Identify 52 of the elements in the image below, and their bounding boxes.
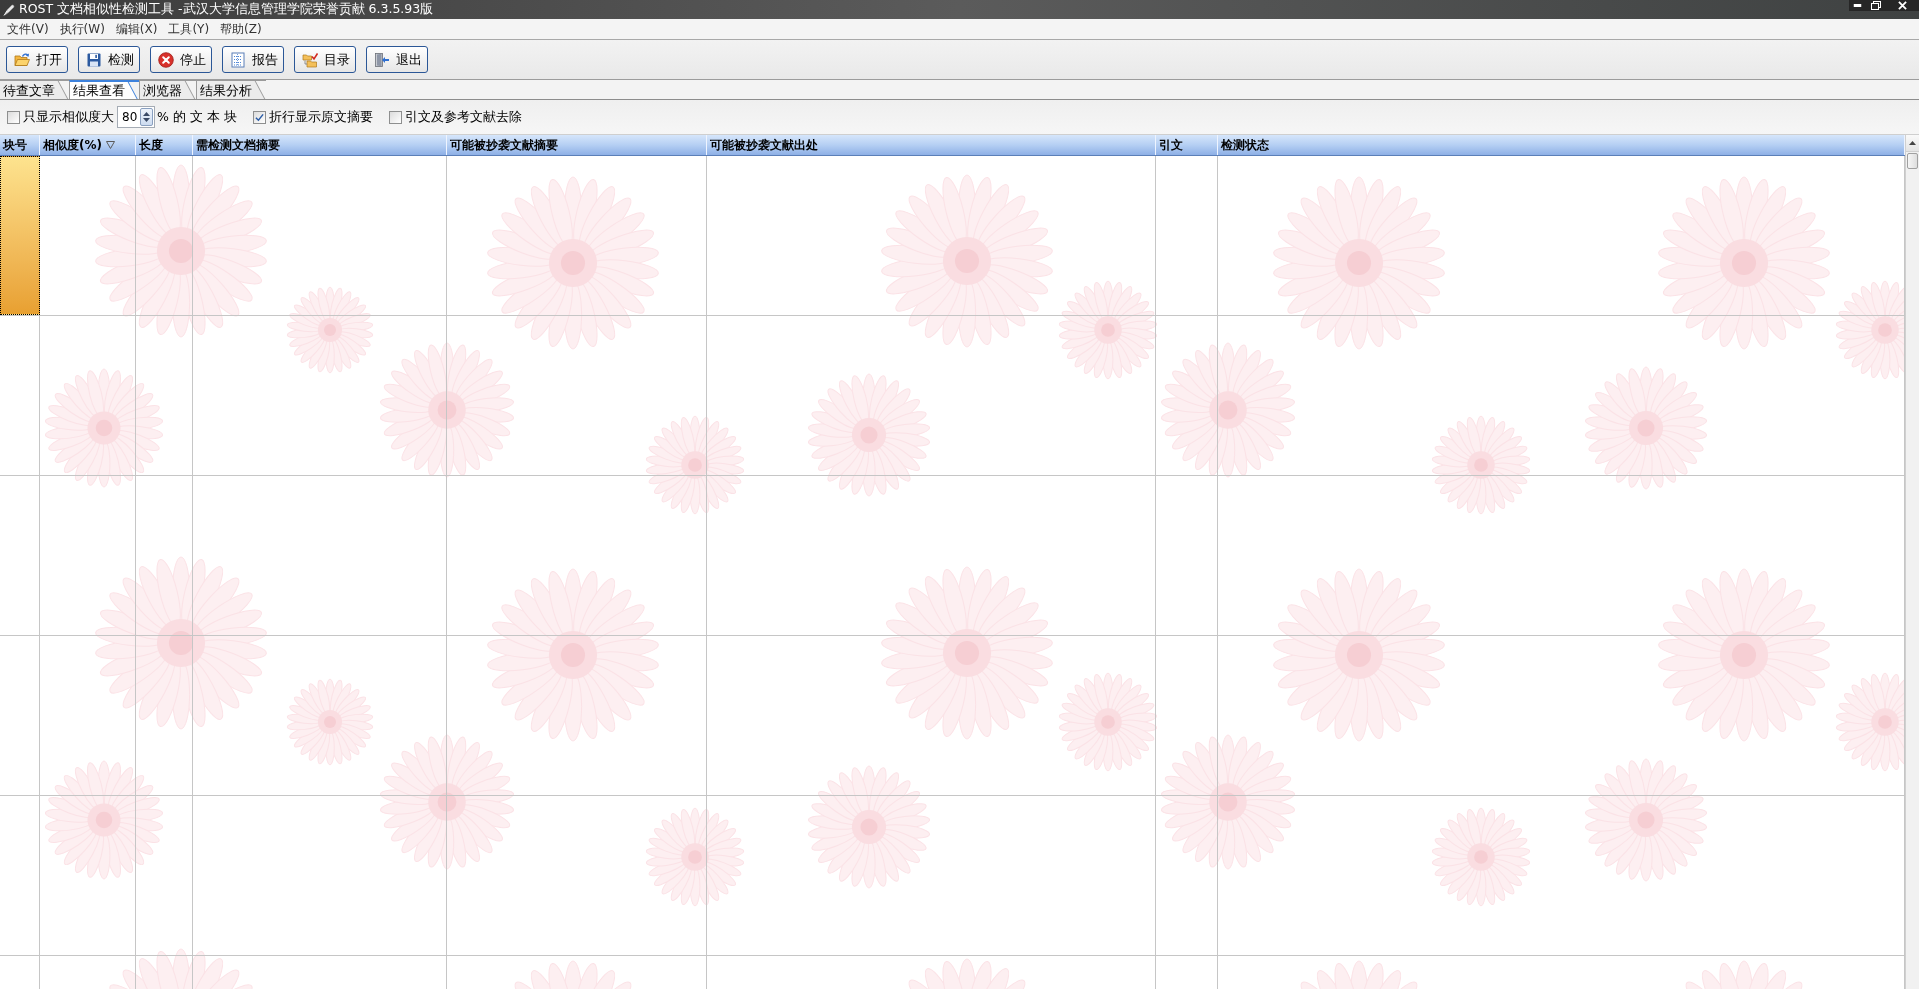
tab[interactable]: 浏览器: [139, 80, 196, 99]
checkmark-icon: [254, 112, 264, 122]
toolbar-button[interactable]: 目录: [294, 46, 356, 73]
column-header[interactable]: 检测状态: [1218, 135, 1905, 155]
toolbar-button[interactable]: 检测: [78, 46, 140, 73]
quill-icon: [3, 3, 15, 16]
window-title: ROST 文档相似性检测工具 -武汉大学信息管理学院荣誉贡献 6.3.5.93版: [19, 3, 434, 16]
caret-up-icon[interactable]: [143, 112, 150, 116]
column-header[interactable]: 块号: [0, 135, 40, 155]
column-header[interactable]: 需检测文档摘要: [193, 135, 447, 155]
menu-item[interactable]: 编辑(X): [115, 23, 158, 35]
tab[interactable]: 结果查看: [69, 80, 139, 99]
close-icon: [1897, 1, 1907, 10]
scroll-up-button[interactable]: [1906, 135, 1919, 152]
column-header[interactable]: 可能被抄袭文献出处: [707, 135, 1156, 155]
caret-up-icon: [1909, 141, 1916, 145]
column-header[interactable]: 相似度(%): [40, 135, 136, 155]
checkbox[interactable]: [252, 110, 266, 124]
toolbar-button[interactable]: 停止: [150, 46, 212, 73]
close-button[interactable]: [1885, 0, 1919, 11]
scrollbar-thumb[interactable]: [1907, 153, 1918, 169]
menu-item[interactable]: 工具(Y): [168, 23, 210, 35]
column-header[interactable]: 可能被抄袭文献摘要: [447, 135, 707, 155]
checkbox-label[interactable]: 折行显示原文摘要: [268, 110, 373, 124]
row-header-cell[interactable]: [0, 156, 40, 315]
scrollbar[interactable]: [1905, 135, 1919, 989]
folder-open-icon: [14, 51, 30, 68]
checkbox[interactable]: [388, 110, 402, 124]
column-header[interactable]: 长度: [136, 135, 193, 155]
document-icon: [230, 51, 246, 68]
toolbar-button[interactable]: 退出: [366, 46, 428, 73]
folders-icon: [302, 51, 318, 68]
checkbox[interactable]: [7, 110, 20, 124]
menu-item[interactable]: 帮助(Z): [220, 23, 262, 35]
toolbar-button[interactable]: 打开: [6, 46, 68, 73]
caret-down-icon[interactable]: [143, 118, 150, 122]
sort-down-icon: [106, 141, 115, 149]
tab[interactable]: 结果分析: [196, 80, 266, 99]
x-circle-icon: [158, 51, 174, 68]
checkbox-label[interactable]: 引文及参考文献去除: [404, 110, 522, 124]
number-field[interactable]: 80: [117, 106, 155, 128]
column-header[interactable]: 引文: [1156, 135, 1218, 155]
tab[interactable]: 待查文章: [0, 80, 69, 99]
toolbar-button[interactable]: 报告: [222, 46, 284, 73]
minimize-button[interactable]: [1849, 0, 1866, 11]
menu-item[interactable]: 执行(W): [59, 23, 105, 35]
door-arrow-icon: [374, 51, 390, 68]
minimize-icon: [1853, 4, 1862, 7]
checkbox-label[interactable]: 只显示相似度大: [23, 110, 114, 124]
restore-icon: [1870, 1, 1881, 10]
unit-label: % 的 文 本 块: [157, 110, 237, 124]
menu-item[interactable]: 文件(V): [7, 23, 49, 35]
